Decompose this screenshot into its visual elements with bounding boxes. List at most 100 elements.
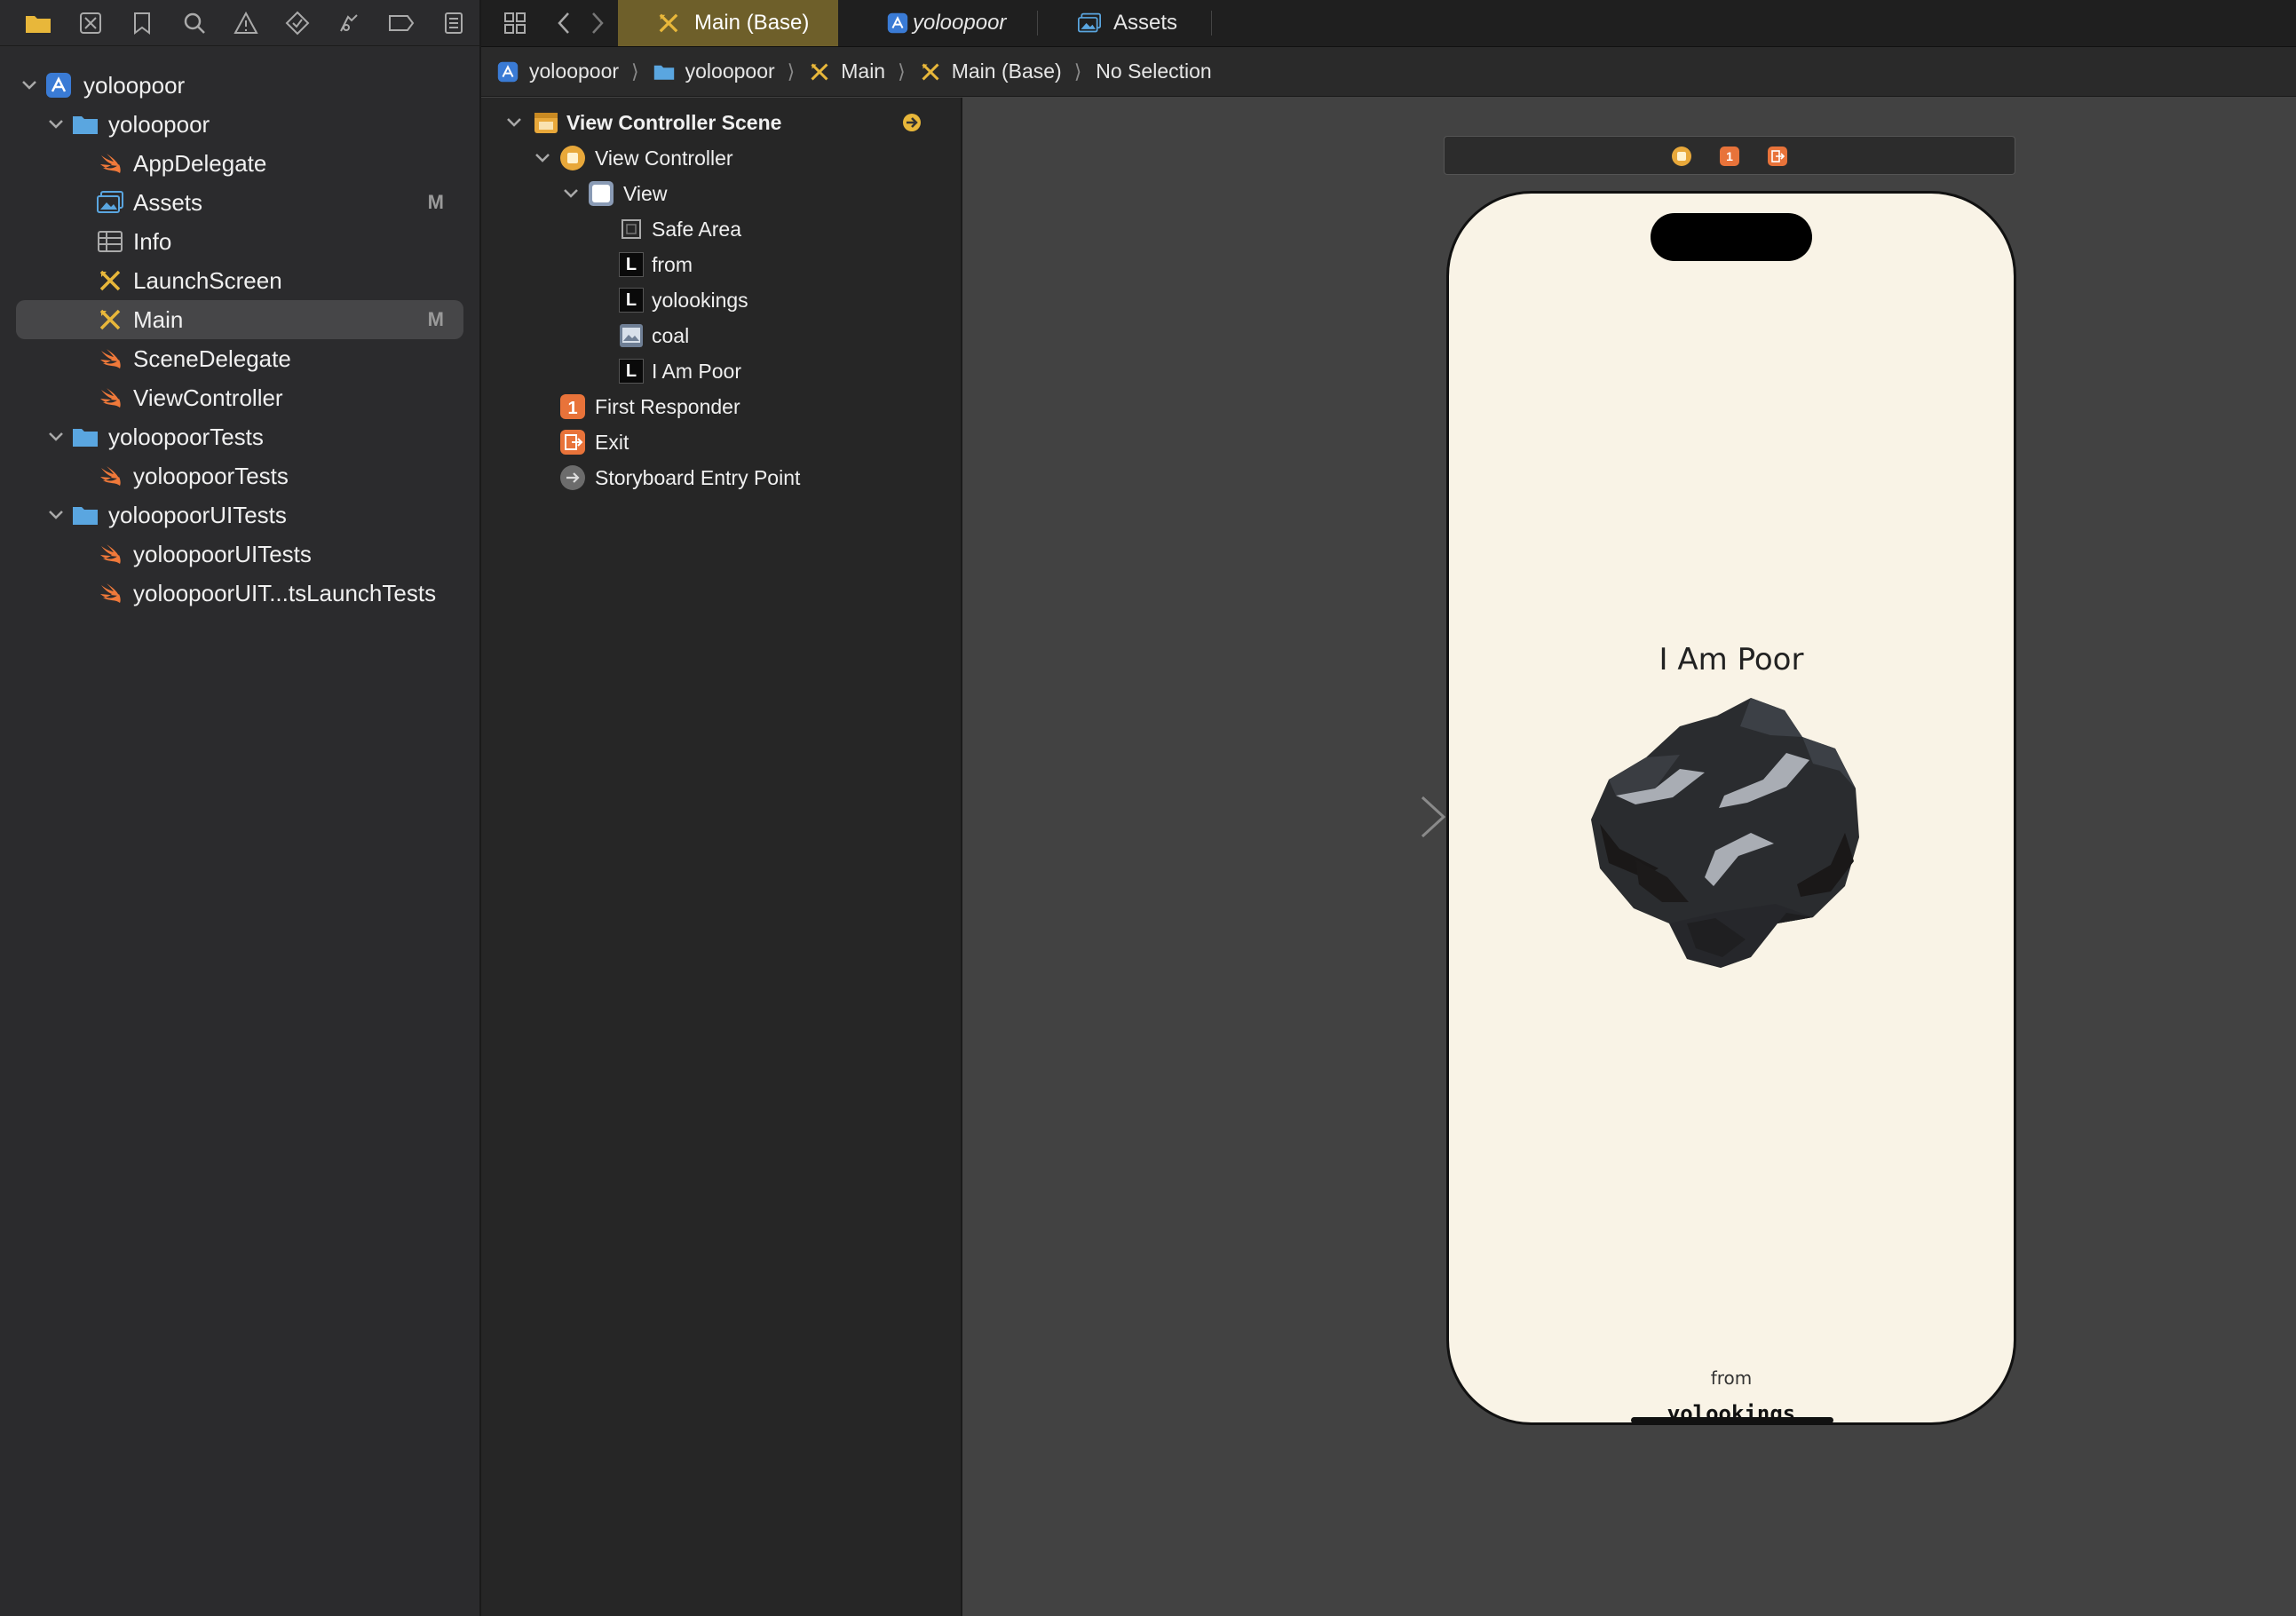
tab-label: Main (Base)	[694, 11, 810, 35]
outline-label: from	[652, 252, 693, 276]
tree-item-file[interactable]: yoloopoorTests	[0, 456, 479, 495]
project-icon	[44, 71, 73, 99]
tree-item-label: Info	[133, 227, 172, 255]
swift-icon	[96, 345, 124, 373]
tree-item-file[interactable]: yoloopoorUIT...tsLaunchTests	[0, 574, 479, 613]
report-icon[interactable]	[428, 0, 479, 46]
chevron-right-icon: ⟩	[898, 59, 906, 83]
folder-icon	[71, 110, 99, 139]
outline-label: First Responder	[595, 394, 740, 418]
breadcrumb-label: yoloopoor	[529, 59, 620, 83]
tree-item-label: Assets	[133, 188, 203, 216]
document-outline: View Controller Scene View Controller Vi…	[481, 98, 962, 1616]
modified-badge: M	[427, 191, 444, 213]
chevron-down-icon[interactable]	[504, 113, 524, 132]
grid-icon[interactable]	[497, 0, 533, 46]
scene-icon	[533, 109, 559, 136]
tree-item-folder[interactable]: yoloopoor	[0, 105, 479, 144]
swift-icon	[96, 462, 124, 490]
storyboard-icon	[96, 266, 124, 295]
test-icon[interactable]	[272, 0, 323, 46]
tree-item-file[interactable]: Assets M	[0, 183, 479, 222]
tree-item-file[interactable]: yoloopoorUITests	[0, 535, 479, 574]
file-tree: yoloopoor yoloopoor AppDelegate Assets M…	[0, 66, 479, 613]
tree-item-file[interactable]: SceneDelegate	[0, 339, 479, 378]
project-icon	[886, 12, 909, 35]
tree-item-label: yoloopoor	[83, 71, 186, 99]
breadcrumb-label: Main	[841, 59, 886, 83]
debug-icon[interactable]	[324, 0, 376, 46]
chevron-down-icon[interactable]	[44, 113, 67, 136]
forward-icon[interactable]	[582, 0, 613, 46]
entry-point-arrow[interactable]	[1318, 790, 1447, 848]
breadcrumb-selection[interactable]: No Selection	[1096, 59, 1211, 83]
chevron-down-icon[interactable]	[18, 74, 41, 97]
bookmark-icon[interactable]	[116, 0, 168, 46]
chevron-down-icon[interactable]	[533, 148, 552, 168]
search-icon[interactable]	[168, 0, 219, 46]
tree-item-file[interactable]: LaunchScreen	[0, 261, 479, 300]
tree-item-file[interactable]: Info	[0, 222, 479, 261]
outline-label: View	[623, 181, 668, 205]
tree-item-file[interactable]: AppDelegate	[0, 144, 479, 183]
project-icon	[497, 61, 519, 83]
image-view-icon	[618, 322, 645, 349]
view-controller-icon[interactable]	[1672, 147, 1691, 166]
breadcrumb-file[interactable]: Main	[809, 59, 885, 83]
first-responder-icon[interactable]: 1	[1720, 147, 1739, 166]
label-icon: L	[618, 358, 645, 384]
breadcrumb-project[interactable]: yoloopoor	[497, 59, 619, 83]
jump-bar: yoloopoor ⟩ yoloopoor ⟩ Main ⟩ Main (Bas…	[481, 47, 2296, 97]
swift-icon	[96, 540, 124, 568]
warning-icon[interactable]	[220, 0, 272, 46]
warning-arrow-icon[interactable]	[899, 109, 925, 136]
chevron-right-icon: ⟩	[787, 59, 796, 83]
tree-item-file[interactable]: ViewController	[0, 378, 479, 417]
title-label[interactable]: I Am Poor	[1449, 642, 2014, 677]
tab-project[interactable]: yoloopoor	[840, 0, 1017, 46]
breakpoint-icon[interactable]	[376, 0, 427, 46]
tree-item-file-selected[interactable]: Main M	[0, 300, 479, 339]
from-label[interactable]: from	[1449, 1367, 2014, 1389]
chevron-down-icon[interactable]	[561, 184, 581, 203]
exit-icon	[559, 429, 586, 455]
chevron-down-icon[interactable]	[44, 503, 67, 527]
project-navigator: yoloopoor yoloopoor AppDelegate Assets M…	[0, 0, 481, 1616]
back-icon[interactable]	[549, 0, 579, 46]
tree-item-label: yoloopoorTests	[108, 423, 264, 450]
coal-image[interactable]	[1573, 691, 1893, 993]
storyboard-canvas[interactable]: 1 I Am Poor from yolookings	[962, 98, 2296, 1616]
swift-icon	[96, 384, 124, 412]
tree-item-folder[interactable]: yoloopoorUITests	[0, 495, 479, 535]
outline-label: I Am Poor	[652, 359, 741, 383]
tree-item-folder[interactable]: yoloopoorTests	[0, 417, 479, 456]
tree-item-label: Main	[133, 305, 184, 333]
tree-item-label: yoloopoorTests	[133, 462, 289, 489]
tree-item-label: yoloopoorUITests	[108, 501, 287, 528]
assets-icon	[96, 188, 124, 217]
tab-main-base[interactable]: Main (Base)	[618, 0, 838, 46]
chevron-right-icon: ⟩	[631, 59, 639, 83]
exit-icon[interactable]	[1768, 147, 1787, 166]
tab-label: yoloopoor	[913, 11, 1007, 35]
tab-divider	[1037, 11, 1038, 36]
breadcrumb-folder[interactable]: yoloopoor	[653, 59, 775, 83]
breadcrumb-localization[interactable]: Main (Base)	[920, 59, 1062, 83]
editor-tab-bar: Main (Base) yoloopoor Assets	[481, 0, 2296, 47]
iphone-preview[interactable]: I Am Poor from yolookings	[1446, 191, 2016, 1425]
folder-icon[interactable]	[12, 0, 64, 46]
label-icon: L	[618, 287, 645, 313]
swift-icon	[96, 149, 124, 178]
tree-item-label: yoloopoor	[108, 110, 210, 138]
outline-scene[interactable]: View Controller Scene	[481, 105, 961, 140]
scene-dock[interactable]: 1	[1444, 136, 2015, 175]
breadcrumb-label: Main (Base)	[951, 59, 1062, 83]
outline-label: yolookings	[652, 288, 748, 312]
tab-assets[interactable]: Assets	[1041, 0, 1218, 46]
source-control-icon[interactable]	[64, 0, 115, 46]
tree-item-label: SceneDelegate	[133, 345, 291, 372]
tree-item-project[interactable]: yoloopoor	[0, 66, 479, 105]
tree-item-label: yoloopoorUITests	[133, 540, 312, 567]
chevron-down-icon[interactable]	[44, 425, 67, 448]
breadcrumb-label: No Selection	[1096, 59, 1212, 83]
